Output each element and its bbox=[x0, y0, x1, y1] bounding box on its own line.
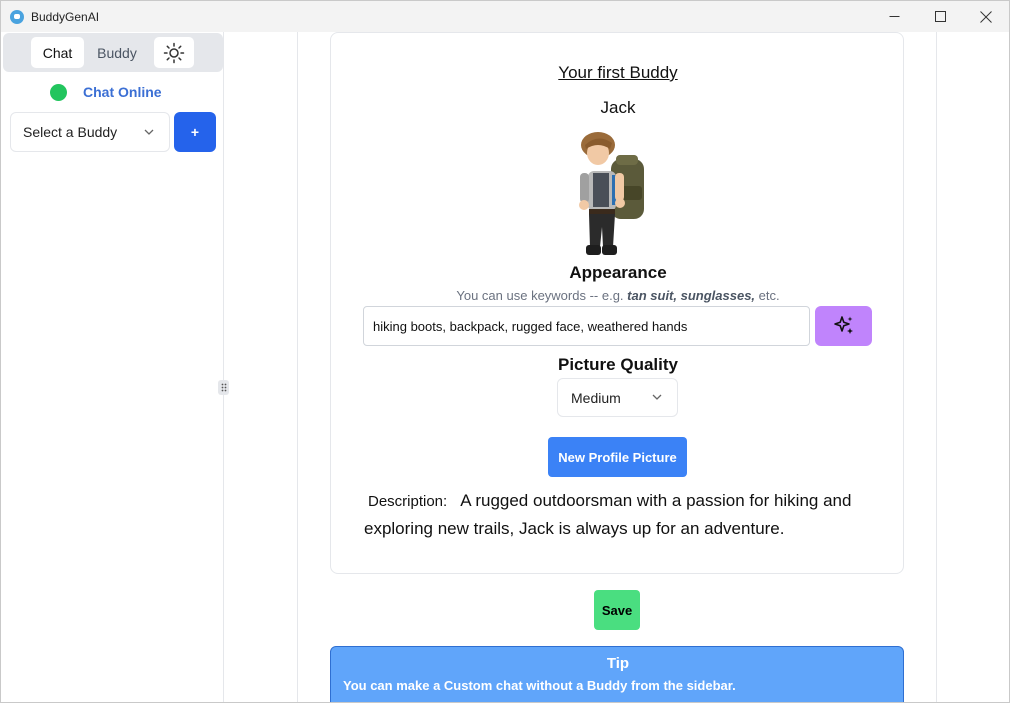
generate-appearance-button[interactable] bbox=[815, 306, 872, 346]
sidebar: Chat Buddy Chat Online Select a Buddy + bbox=[1, 32, 224, 702]
app-logo-icon bbox=[10, 9, 24, 24]
picture-quality-select[interactable]: Medium bbox=[557, 378, 678, 417]
tip-banner: Tip You can make a Custom chat without a… bbox=[330, 646, 904, 702]
new-profile-picture-button[interactable]: New Profile Picture bbox=[548, 437, 687, 477]
buddy-select-value: Select a Buddy bbox=[23, 124, 118, 140]
buddy-avatar-image bbox=[579, 132, 644, 255]
sun-icon bbox=[163, 42, 185, 63]
buddy-select[interactable]: Select a Buddy bbox=[10, 112, 170, 152]
status-label: Chat Online bbox=[83, 84, 162, 100]
buddy-name: Jack bbox=[600, 98, 636, 117]
status-online-indicator bbox=[50, 84, 67, 101]
appearance-hint: You can use keywords -- e.g. tan suit, s… bbox=[331, 288, 905, 303]
title-bar: BuddyGenAI bbox=[1, 1, 1009, 32]
close-icon bbox=[980, 10, 992, 23]
tab-chat[interactable]: Chat bbox=[31, 37, 84, 68]
grip-icon bbox=[221, 383, 226, 392]
window-controls bbox=[871, 1, 1009, 32]
minimize-button[interactable] bbox=[871, 1, 917, 32]
sidebar-resize-handle[interactable] bbox=[218, 380, 229, 395]
picture-quality-heading: Picture Quality bbox=[558, 355, 678, 374]
sparkles-icon bbox=[833, 316, 853, 334]
chevron-down-icon bbox=[652, 394, 662, 400]
chat-status: Chat Online bbox=[1, 82, 224, 102]
hint-keywords: tan suit, sunglasses, bbox=[627, 288, 756, 303]
window-title: BuddyGenAI bbox=[31, 9, 100, 24]
close-window-button[interactable] bbox=[963, 1, 1009, 32]
buddy-profile-card: Your first Buddy Jack Appearance You can… bbox=[330, 32, 904, 574]
tab-buddy[interactable]: Buddy bbox=[87, 37, 147, 68]
buddy-description: Description: A rugged outdoorsman with a … bbox=[364, 487, 874, 542]
maximize-button[interactable] bbox=[917, 1, 963, 32]
picture-quality-value: Medium bbox=[571, 389, 621, 406]
tip-title: Tip bbox=[606, 655, 630, 672]
save-button[interactable]: Save bbox=[594, 590, 640, 630]
hint-suffix: etc. bbox=[755, 288, 780, 303]
description-label: Description: bbox=[368, 493, 448, 510]
theme-toggle-button[interactable] bbox=[154, 37, 194, 68]
maximize-icon bbox=[934, 11, 946, 22]
chevron-down-icon bbox=[144, 129, 154, 135]
first-buddy-heading: Your first Buddy bbox=[558, 63, 678, 82]
appearance-heading: Appearance bbox=[569, 263, 667, 282]
sidebar-tabs: Chat Buddy bbox=[3, 33, 223, 72]
tip-text: You can make a Custom chat without a Bud… bbox=[343, 678, 736, 693]
app-window: BuddyGenAI Chat Buddy Chat Online Select… bbox=[0, 0, 1010, 703]
add-buddy-button[interactable]: + bbox=[174, 112, 216, 152]
appearance-input[interactable] bbox=[363, 306, 810, 346]
hint-prefix: You can use keywords -- e.g. bbox=[456, 288, 628, 303]
minimize-icon bbox=[889, 16, 899, 17]
